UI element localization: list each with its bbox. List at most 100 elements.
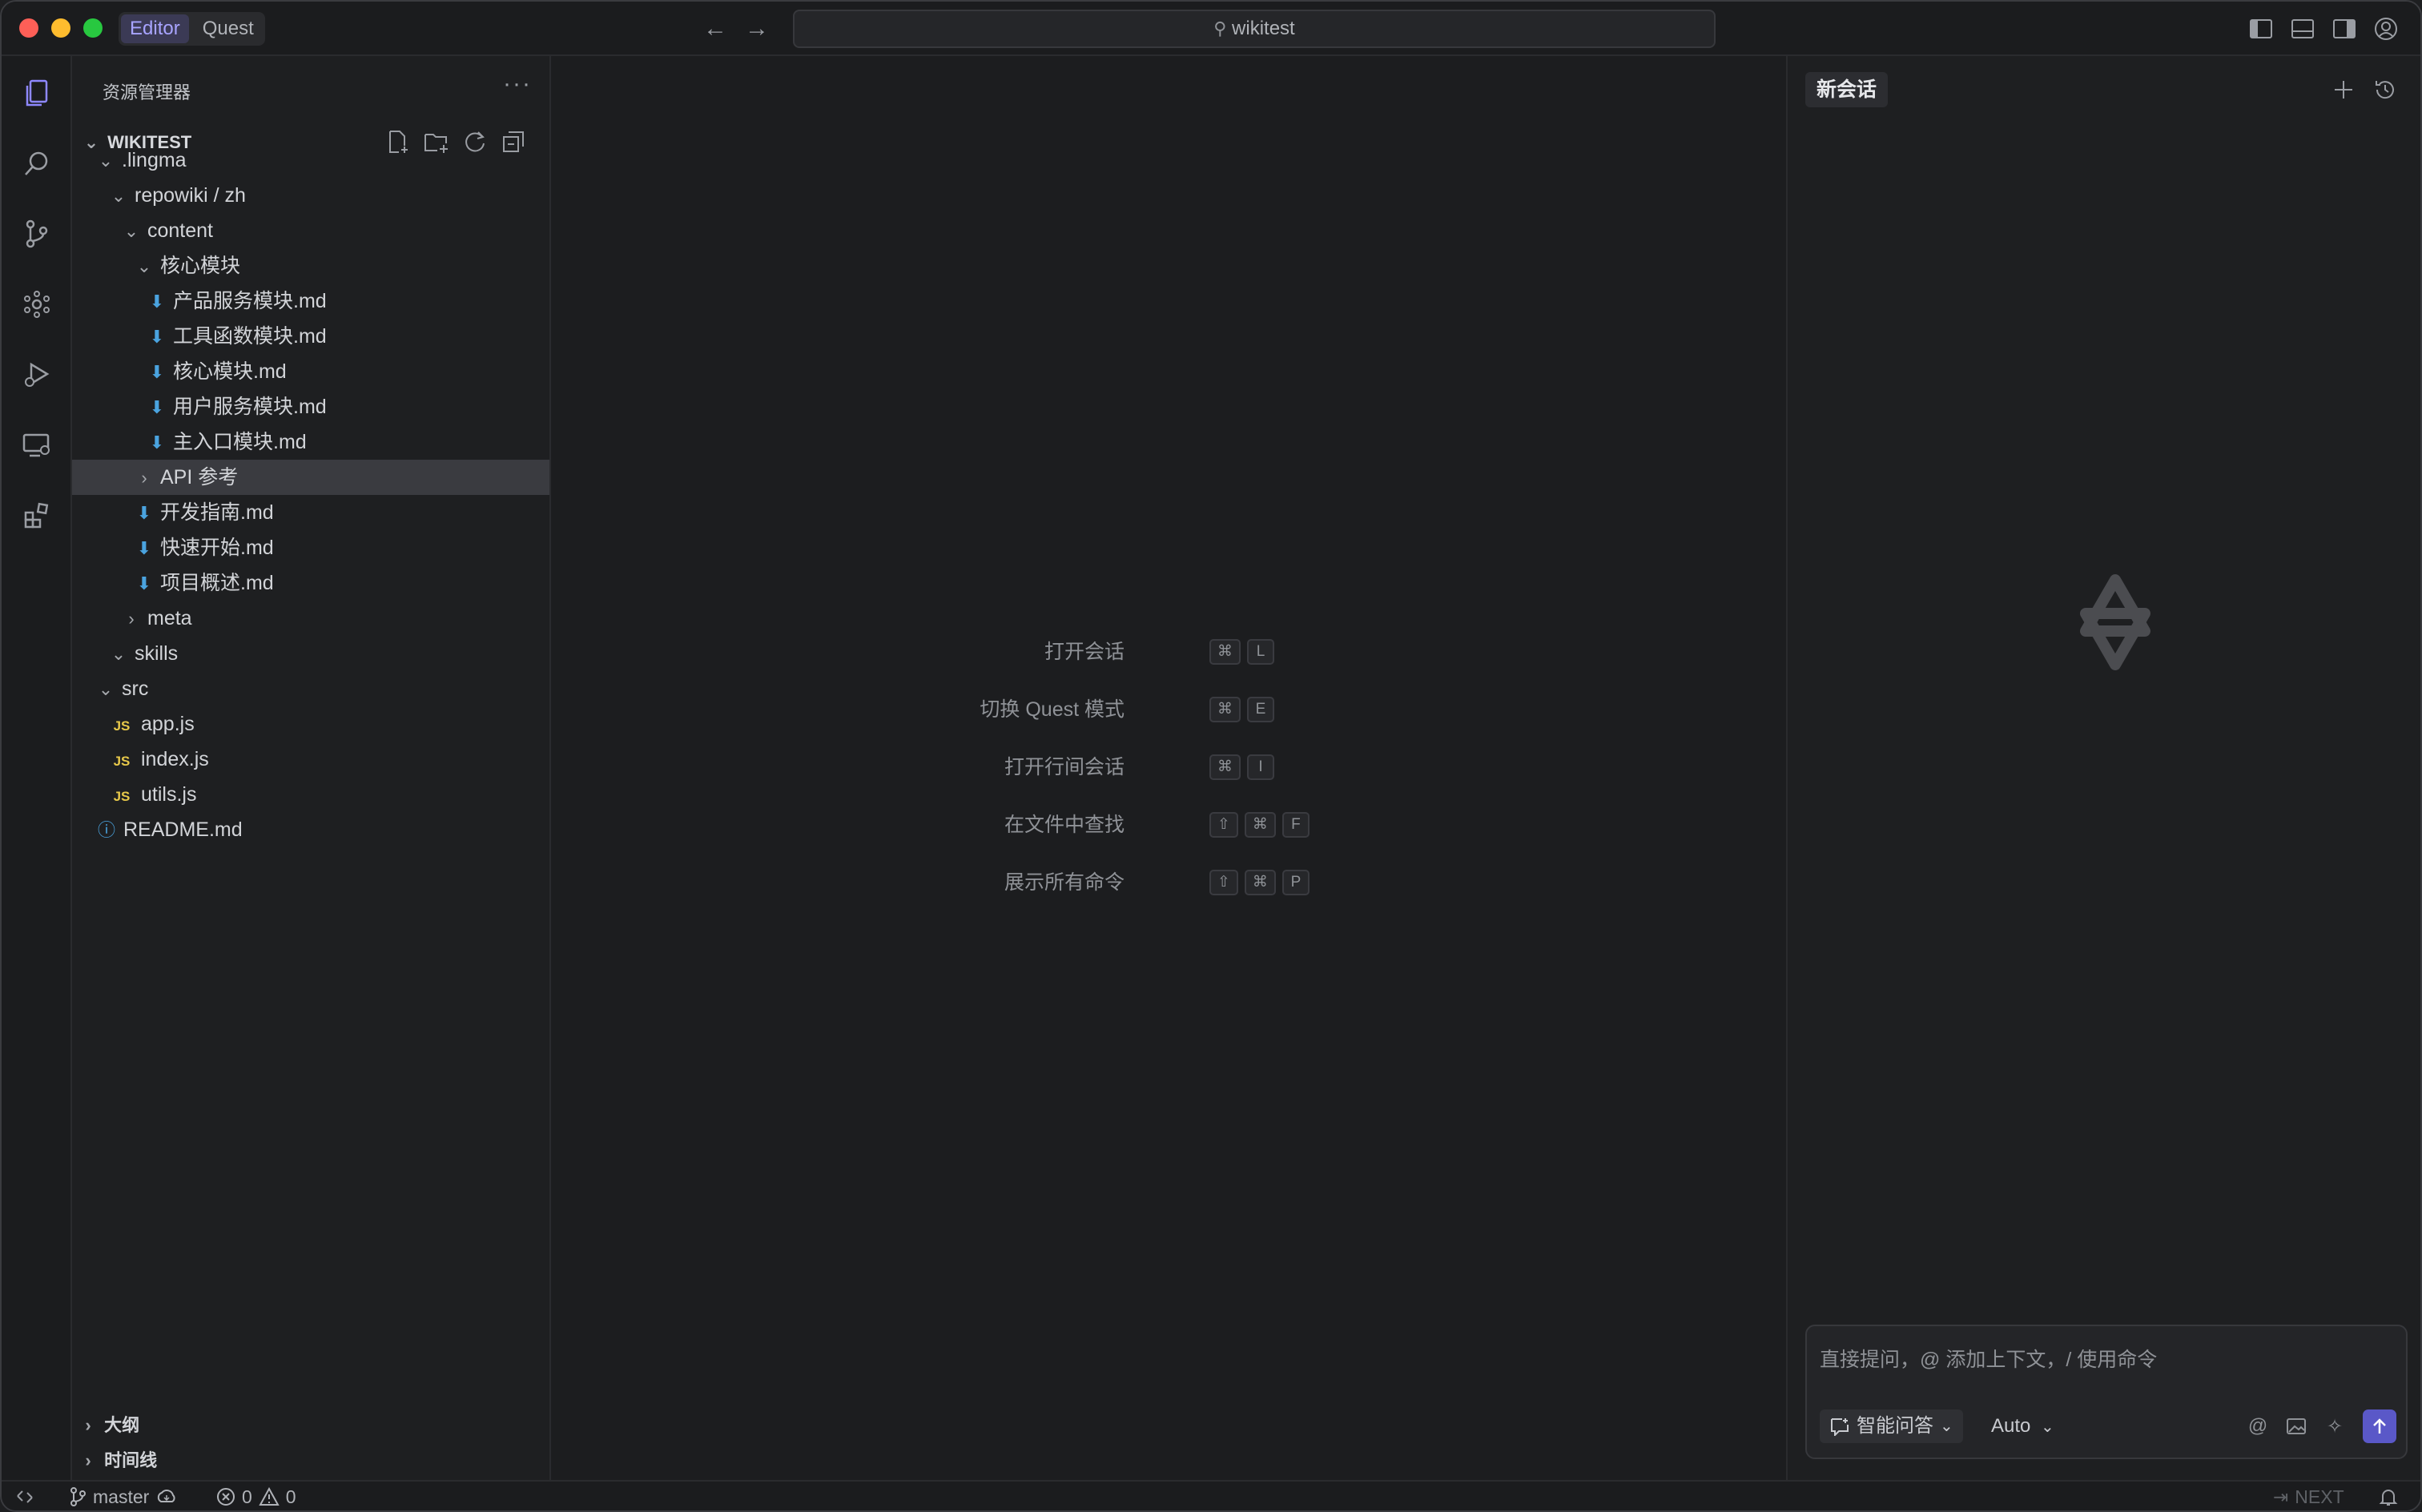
tree-item[interactable]: ⬇ 核心模块.md [72,354,549,389]
history-icon[interactable] [2369,74,2401,106]
tree-item[interactable]: JS index.js [72,742,549,777]
toggle-secondary-sidebar-icon[interactable] [2331,15,2358,42]
tree-item[interactable]: ⬇ 用户服务模块.md [72,389,549,424]
explorer-icon[interactable] [18,74,56,112]
extensions-icon[interactable] [18,497,56,535]
chevron-down-icon: ⌄ [111,186,127,206]
tree-item[interactable]: ⓘ README.md [72,812,549,847]
tree-item-label: meta [147,607,192,629]
keycap: I [1247,754,1274,780]
tree-item[interactable]: ⌄ .lingma [72,143,549,178]
tree-item-label: 用户服务模块.md [173,396,327,418]
shortcut-hint[interactable]: 打开行间会话 ⌘ I [551,751,1786,783]
keycap: P [1281,870,1310,895]
chat-mode-dropdown[interactable]: 智能问答 ⌄ [1820,1409,1963,1443]
git-branch-icon [70,1487,86,1506]
command-center-search[interactable]: ⚲ wikitest [793,10,1716,48]
keycap: ⌘ [1209,639,1241,665]
tree-item[interactable]: ⬇ 工具函数模块.md [72,319,549,354]
mention-icon[interactable]: @ [2244,1413,2271,1440]
tree-item[interactable]: ⌄ src [72,671,549,706]
image-icon[interactable] [2283,1413,2310,1440]
model-selector[interactable]: Auto ⌄ [1991,1409,2054,1443]
chevron-right-icon: › [141,468,147,488]
tree-item[interactable]: ⌄ skills [72,636,549,671]
tree-item[interactable]: ⬇ 产品服务模块.md [72,284,549,319]
tab-quest[interactable]: Quest [194,14,263,43]
notifications-bell-icon[interactable] [2379,1482,2398,1510]
markdown-file-icon: ⬇ [136,503,152,523]
chevron-down-icon: ⌄ [1940,1418,1953,1435]
tree-item-label: skills [135,642,179,665]
tree-item[interactable]: JS utils.js [72,777,549,812]
timeline-section[interactable]: › 时间线 [72,1443,157,1478]
chevron-right-icon: › [85,1450,91,1470]
title-bar: Editor Quest ← → ⚲ wikitest [2,2,2420,56]
shortcut-hint[interactable]: 切换 Quest 模式 ⌘ E [551,694,1786,726]
remote-indicator-icon[interactable] [14,1482,35,1510]
javascript-file-icon: JS [113,754,131,769]
keycap: ⌘ [1244,870,1276,895]
more-actions-icon[interactable]: ··· [503,70,532,98]
minimize-window-button[interactable] [51,18,70,38]
tree-item[interactable]: ⬇ 项目概述.md [72,565,549,601]
toggle-sidebar-icon[interactable] [2247,15,2275,42]
add-chat-icon[interactable] [2327,74,2360,106]
tab-editor[interactable]: Editor [121,14,189,43]
chat-input-box[interactable]: 直接提问，@ 添加上下文，/ 使用命令 智能问答 ⌄ Auto ⌄ @ ✧ [1805,1325,2408,1459]
shortcut-hint[interactable]: 展示所有命令 ⇧ ⌘ P [551,867,1786,899]
toggle-panel-icon[interactable] [2289,15,2316,42]
new-chat-tab[interactable]: 新会话 [1805,72,1889,107]
run-debug-icon[interactable] [18,356,56,394]
shortcut-keys: ⌘ E [1209,697,1274,722]
send-button[interactable] [2363,1409,2396,1443]
markdown-file-icon: ⬇ [136,538,152,558]
problems-indicator[interactable]: 0 0 [216,1482,296,1510]
shortcut-hint[interactable]: 打开会话 ⌘ L [551,636,1786,668]
search-icon: ⚲ [1213,18,1227,38]
close-window-button[interactable] [19,18,38,38]
graph-icon[interactable] [18,285,56,324]
outline-section[interactable]: › 大纲 [72,1408,139,1443]
tree-item[interactable]: ⌄ repowiki / zh [72,178,549,213]
keycap: ⌘ [1209,754,1241,780]
tree-item[interactable]: ⬇ 主入口模块.md [72,424,549,460]
zoom-window-button[interactable] [83,18,103,38]
arrow-right-icon[interactable]: → [745,14,769,43]
ai-chat-panel: 新会话 直接提问，@ 添加上下文，/ 使用命令 智能问答 ⌄ Auto ⌄ @ … [1786,56,2420,1480]
markdown-file-icon: ⬇ [136,573,152,593]
tree-item[interactable]: ⌄ 核心模块 [72,248,549,284]
javascript-file-icon: JS [113,718,131,734]
chevron-down-icon: ⌄ [2041,1418,2054,1436]
status-bar: master 0 0 ⇥ NEXT [2,1480,2420,1510]
activity-bar [2,56,72,1480]
sparkle-icon[interactable]: ✧ [2321,1413,2348,1440]
tree-item[interactable]: ⬇ 开发指南.md [72,495,549,530]
shortcut-keys: ⌘ L [1209,639,1274,665]
markdown-file-icon: ⬇ [149,362,165,382]
tree-item[interactable]: JS app.js [72,706,549,742]
account-icon[interactable] [2372,15,2400,42]
shortcut-hint[interactable]: 在文件中查找 ⇧ ⌘ F [551,809,1786,841]
app-window: Editor Quest ← → ⚲ wikitest 资源管理器 ··· ⌄ … [0,0,2422,1512]
remote-explorer-icon[interactable] [18,426,56,464]
next-indicator[interactable]: ⇥ NEXT [2273,1482,2344,1510]
chat-input-placeholder[interactable]: 直接提问，@ 添加上下文，/ 使用命令 [1820,1344,2157,1373]
tree-item-label: app.js [141,713,195,735]
chevron-down-icon: ⌄ [136,256,152,276]
tree-item[interactable]: › API 参考 [72,460,549,495]
tree-item[interactable]: › meta [72,601,549,636]
arrow-left-icon[interactable]: ← [703,14,727,43]
branch-indicator[interactable]: master [69,1482,178,1510]
source-control-icon[interactable] [18,215,56,253]
chevron-down-icon: ⌄ [98,151,114,171]
shortcut-keys: ⇧ ⌘ F [1209,812,1310,838]
tree-item[interactable]: ⌄ content [72,213,549,248]
markdown-file-icon: ⬇ [149,327,165,347]
search-icon[interactable] [18,144,56,183]
error-icon [217,1488,235,1506]
timeline-label: 时间线 [104,1450,158,1470]
cloud-sync-icon[interactable] [155,1488,178,1506]
tree-item[interactable]: ⬇ 快速开始.md [72,530,549,565]
chevron-right-icon: › [128,609,135,629]
